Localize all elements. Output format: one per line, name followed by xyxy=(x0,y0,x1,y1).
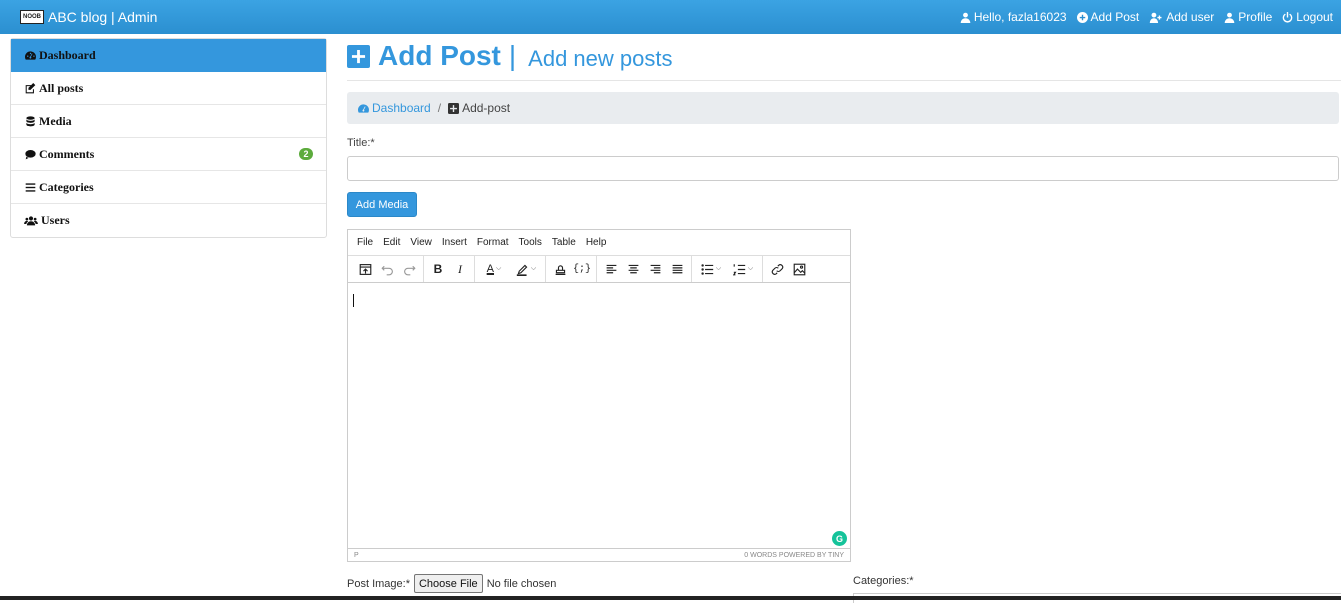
rich-text-editor: File Edit View Insert Format Tools Table… xyxy=(347,229,851,562)
sidebar-item-label: Media xyxy=(39,113,72,128)
image-icon[interactable] xyxy=(788,258,810,280)
nav-links: Hello, fazla16023 Add Post Add user Prof… xyxy=(960,10,1333,24)
menu-table[interactable]: Table xyxy=(552,237,576,248)
sidebar-item-categories[interactable]: Categories xyxy=(11,171,326,204)
stamp-icon[interactable] xyxy=(549,258,571,280)
title-input[interactable] xyxy=(347,156,1339,181)
text-color-icon[interactable]: A ⌵ xyxy=(478,258,510,280)
menu-help[interactable]: Help xyxy=(586,237,607,248)
comment-icon xyxy=(24,148,36,160)
page-subtitle: Add new posts xyxy=(528,46,673,71)
editor-menubar: File Edit View Insert Format Tools Table… xyxy=(348,230,850,256)
user-icon xyxy=(1224,12,1235,23)
editor-content-area[interactable] xyxy=(348,283,850,548)
menu-file[interactable]: File xyxy=(357,237,373,248)
sidebar-item-label: All posts xyxy=(39,80,84,95)
add-media-button[interactable]: Add Media xyxy=(347,192,417,217)
numbered-list-icon[interactable]: ⌵ xyxy=(727,258,759,280)
brand-title: ABC blog | Admin xyxy=(48,9,158,25)
sidebar: Dashboard All posts Media Comments 2 Cat… xyxy=(10,38,327,238)
page-header: Add Post | Add new posts xyxy=(347,40,1341,81)
sidebar-item-users[interactable]: Users xyxy=(11,204,326,237)
edit-icon xyxy=(24,82,36,94)
nav-profile[interactable]: Profile xyxy=(1224,10,1272,24)
menu-format[interactable]: Format xyxy=(477,237,509,248)
editor-toolbar: B I A ⌵ ⌵ {;} ⌵ ⌵ xyxy=(348,256,850,283)
align-justify-icon[interactable] xyxy=(666,258,688,280)
bullet-list-icon[interactable]: ⌵ xyxy=(695,258,727,280)
power-icon xyxy=(1282,11,1293,23)
window-bottom-edge xyxy=(0,596,1341,600)
italic-icon[interactable]: I xyxy=(449,258,471,280)
editor-statusbar: P 0 WORDS POWERED BY TINY xyxy=(348,548,850,561)
plus-square-icon xyxy=(347,45,370,68)
users-icon xyxy=(24,215,38,227)
align-center-icon[interactable] xyxy=(622,258,644,280)
title-label: Title:* xyxy=(347,137,375,149)
brand[interactable]: NOOB ABC blog | Admin xyxy=(20,9,157,25)
redo-icon[interactable] xyxy=(398,258,420,280)
sidebar-item-label: Comments xyxy=(39,146,95,161)
breadcrumb-current: Add-post xyxy=(448,101,510,115)
element-path[interactable]: P xyxy=(354,552,359,559)
plus-square-icon xyxy=(448,102,460,114)
undo-icon[interactable] xyxy=(376,258,398,280)
breadcrumb: Dashboard / Add-post xyxy=(347,92,1339,124)
align-right-icon[interactable] xyxy=(644,258,666,280)
user-icon xyxy=(960,12,971,23)
word-count-powered-by: 0 WORDS POWERED BY TINY xyxy=(744,551,844,559)
page-title: Add Post xyxy=(378,40,501,71)
profile-label: Profile xyxy=(1238,10,1273,24)
choose-file-button[interactable]: Choose File xyxy=(413,574,483,593)
bold-icon[interactable]: B xyxy=(427,258,449,280)
sidebar-item-dashboard[interactable]: Dashboard xyxy=(11,39,326,72)
tachometer-icon xyxy=(358,103,369,113)
grammarly-icon[interactable]: G xyxy=(832,531,847,546)
add-user-label: Add user xyxy=(1166,10,1215,24)
sidebar-item-all-posts[interactable]: All posts xyxy=(11,72,326,105)
file-status: No file chosen xyxy=(486,577,557,590)
comments-count-badge: 2 xyxy=(299,148,313,160)
sidebar-item-label: Users xyxy=(41,213,70,227)
breadcrumb-current-label: Add-post xyxy=(462,101,511,115)
highlight-icon[interactable]: ⌵ xyxy=(510,258,542,280)
brand-logo: NOOB xyxy=(20,10,44,24)
post-image-row: Post Image:* Choose File No file chosen xyxy=(347,574,556,593)
database-icon xyxy=(24,115,36,127)
breadcrumb-dashboard[interactable]: Dashboard xyxy=(358,101,431,115)
menu-tools[interactable]: Tools xyxy=(519,237,542,248)
add-post-label: Add Post xyxy=(1090,10,1140,24)
tachometer-icon xyxy=(24,49,36,61)
code-braces-icon[interactable]: {;} xyxy=(571,258,593,280)
breadcrumb-dashboard-label: Dashboard xyxy=(372,101,431,115)
menu-view[interactable]: View xyxy=(410,237,432,248)
align-left-icon[interactable] xyxy=(600,258,622,280)
nav-add-post[interactable]: Add Post xyxy=(1076,10,1140,24)
sidebar-item-media[interactable]: Media xyxy=(11,105,326,138)
title-separator: | xyxy=(508,40,517,71)
nav-add-user[interactable]: Add user xyxy=(1149,10,1214,24)
sidebar-item-label: Dashboard xyxy=(39,47,96,62)
menu-edit[interactable]: Edit xyxy=(383,237,400,248)
link-icon[interactable] xyxy=(766,258,788,280)
bars-icon xyxy=(24,181,36,193)
user-plus-icon xyxy=(1150,12,1162,23)
top-navbar: NOOB ABC blog | Admin Hello, fazla16023 … xyxy=(0,0,1341,34)
post-image-label: Post Image:* xyxy=(347,577,410,590)
menu-insert[interactable]: Insert xyxy=(442,237,467,248)
upload-icon[interactable] xyxy=(354,258,376,280)
user-greeting[interactable]: Hello, fazla16023 xyxy=(960,10,1067,24)
categories-label: Categories:* xyxy=(853,575,914,587)
nav-logout[interactable]: Logout xyxy=(1282,10,1333,24)
text-caret xyxy=(353,294,354,307)
sidebar-item-label: Categories xyxy=(39,179,94,194)
plus-circle-icon xyxy=(1076,11,1088,23)
logout-label: Logout xyxy=(1296,10,1333,24)
greeting-text: Hello, fazla16023 xyxy=(973,10,1067,24)
breadcrumb-separator: / xyxy=(437,101,442,115)
sidebar-item-comments[interactable]: Comments 2 xyxy=(11,138,326,171)
